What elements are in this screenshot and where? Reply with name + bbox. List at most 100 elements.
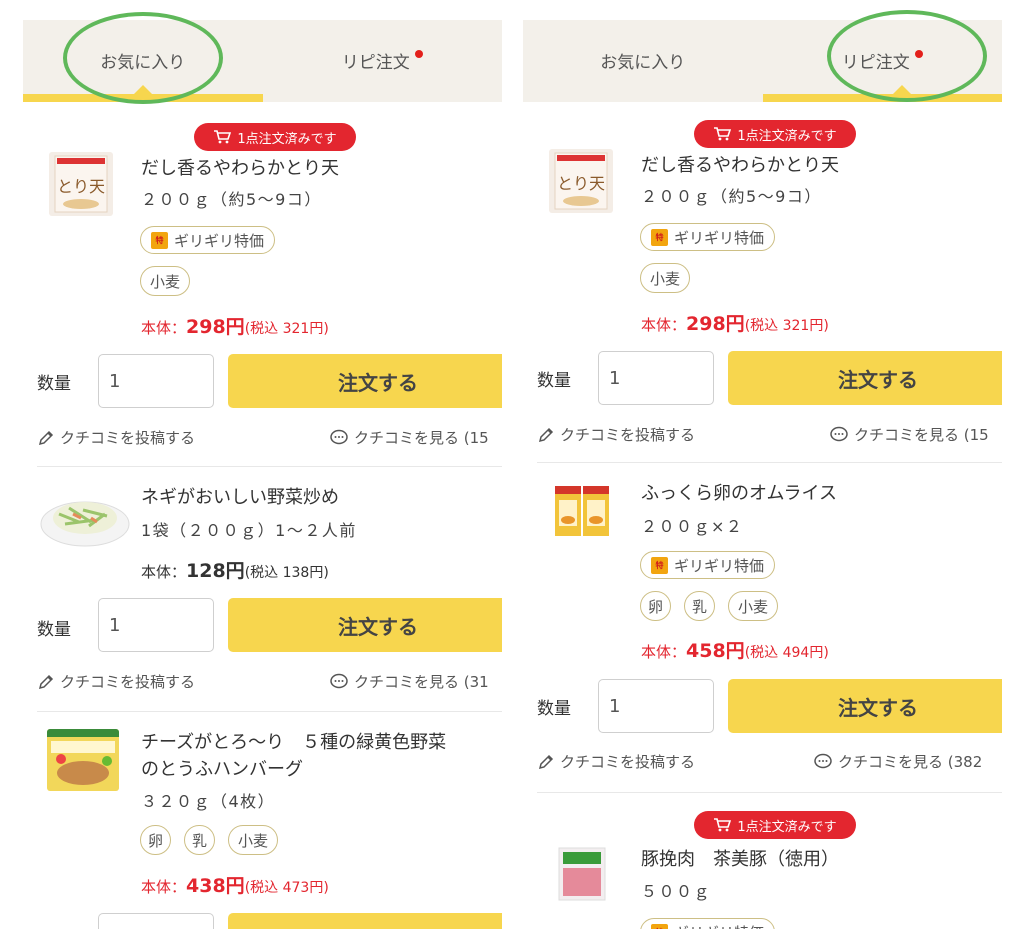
post-review-link[interactable]: クチコミを投稿する xyxy=(37,427,195,448)
view-reviews-link[interactable]: クチコミを見る (31 xyxy=(329,671,489,692)
post-review-label: クチコミを投稿する xyxy=(560,753,696,771)
order-button[interactable]: 注文する xyxy=(728,351,1002,405)
cart-icon xyxy=(714,818,732,832)
product-spec: ２００ｇ（約5〜9コ） xyxy=(141,190,322,209)
product-image[interactable] xyxy=(47,729,119,791)
product-spec: ２００ｇ（約5〜9コ） xyxy=(641,187,822,206)
product-image[interactable] xyxy=(39,484,131,550)
cart-icon xyxy=(714,127,732,141)
special-price-label: ギリギリ特価 xyxy=(674,922,764,929)
left-screen: お気に入り リピ注文 1点注文済みです とり天 だし香るやわらかとり天 ２００ｇ… xyxy=(23,0,502,929)
post-review-link[interactable]: クチコミを投稿する xyxy=(37,671,195,692)
product-name[interactable]: チーズがとろ〜り ５種の緑黄色野菜 のとうふハンバーグ xyxy=(141,729,496,783)
allergen-tag: 乳 xyxy=(184,825,216,855)
special-price-tag: 特ギリギリ特価 xyxy=(640,918,776,929)
view-reviews-label: クチコミを見る (15 xyxy=(354,429,489,447)
speech-bubble-icon xyxy=(830,426,848,441)
view-reviews-label: クチコミを見る (382 xyxy=(838,753,983,771)
price: 本体：298円(税込 321円) xyxy=(141,312,329,339)
divider xyxy=(537,792,1002,793)
ordered-badge: 1点注文済みです xyxy=(194,123,356,151)
quantity-label: 数量 xyxy=(537,371,571,391)
highlight-circle xyxy=(827,10,987,102)
order-button[interactable]: 注文する xyxy=(728,679,1002,733)
quantity-input[interactable] xyxy=(98,354,214,408)
allergen-tag: 小麦 xyxy=(728,591,779,621)
price-value: 438円 xyxy=(186,875,245,897)
quantity-label: 数量 xyxy=(37,374,71,394)
tab-repeat-order-label: リピ注文 xyxy=(341,52,410,73)
product-image[interactable]: とり天 xyxy=(549,149,613,213)
ordered-badge: 1点注文済みです xyxy=(694,811,856,839)
quantity-label: 数量 xyxy=(537,699,571,719)
tab-bar: お気に入り リピ注文 xyxy=(523,10,1002,102)
view-reviews-label: クチコミを見る (15 xyxy=(854,426,989,444)
price-prefix: 本体： xyxy=(141,319,187,337)
divider xyxy=(37,711,502,712)
price-prefix: 本体： xyxy=(641,643,687,661)
ordered-badge-text: 1点注文済みです xyxy=(737,128,837,144)
price: 本体：128円(税込 138円) xyxy=(141,556,329,583)
product-name[interactable]: ふっくら卵のオムライス xyxy=(641,480,996,507)
order-button[interactable] xyxy=(228,913,502,929)
price-value: 298円 xyxy=(686,313,745,335)
allergen-tag: 卵 xyxy=(640,591,672,621)
quantity-label: 数量 xyxy=(37,620,71,640)
tax-price: (税込 321円) xyxy=(744,318,829,334)
special-price-label: ギリギリ特価 xyxy=(674,228,765,247)
allergen-tag: 乳 xyxy=(684,591,716,621)
price-value: 298円 xyxy=(186,316,245,338)
speech-bubble-icon xyxy=(814,753,832,768)
tab-repeat-order[interactable]: リピ注文 xyxy=(263,20,503,100)
order-button[interactable]: 注文する xyxy=(228,598,502,652)
product-name[interactable]: だし香るやわらかとり天 xyxy=(641,152,996,179)
ordered-badge-text: 1点注文済みです xyxy=(237,131,337,147)
speech-bubble-icon xyxy=(330,429,348,444)
allergen-tag: 小麦 xyxy=(228,825,279,855)
product-name[interactable]: だし香るやわらかとり天 xyxy=(141,155,496,182)
post-review-label: クチコミを投稿する xyxy=(60,673,196,691)
quantity-input[interactable] xyxy=(598,679,714,733)
price-value: 458円 xyxy=(686,640,745,662)
view-reviews-link[interactable]: クチコミを見る (15 xyxy=(329,427,489,448)
ordered-badge: 1点注文済みです xyxy=(694,120,856,148)
special-price-icon: 特 xyxy=(651,923,668,929)
quantity-input[interactable] xyxy=(598,351,714,405)
special-price-icon: 特 xyxy=(651,556,668,574)
right-screen: お気に入り リピ注文 1点注文済みです とり天 だし香るやわらかとり天 ２００ｇ… xyxy=(523,0,1002,929)
pencil-icon xyxy=(538,427,554,442)
quantity-input[interactable] xyxy=(98,598,214,652)
tab-bar: お気に入り リピ注文 xyxy=(23,12,503,104)
product-image[interactable] xyxy=(553,482,611,540)
special-price-icon: 特 xyxy=(651,228,668,246)
allergen-tag: 卵 xyxy=(140,825,172,855)
tab-favorites[interactable]: お気に入り xyxy=(523,20,763,100)
post-review-link[interactable]: クチコミを投稿する xyxy=(537,424,695,445)
product-name[interactable]: 豚挽肉 茶美豚（徳用） xyxy=(641,846,996,873)
product-spec: 1袋（２００ｇ）1〜２人前 xyxy=(141,521,357,540)
ordered-badge-text: 1点注文済みです xyxy=(737,819,837,835)
special-price-tag: 特ギリギリ特価 xyxy=(140,226,276,254)
pencil-icon xyxy=(538,754,554,769)
tax-price: (税込 138円) xyxy=(244,565,329,581)
product-image[interactable] xyxy=(555,844,609,904)
speech-bubble-icon xyxy=(330,673,348,688)
quantity-input[interactable] xyxy=(98,913,214,929)
tab-favorites-label: お気に入り xyxy=(600,52,686,73)
highlight-circle xyxy=(63,12,223,104)
product-image[interactable]: とり天 xyxy=(49,152,113,216)
product-spec: ３２０ｇ（4枚） xyxy=(141,792,276,811)
product-name-line2: のとうふハンバーグ xyxy=(141,759,303,780)
allergen-tag: 小麦 xyxy=(640,263,691,293)
pencil-icon xyxy=(38,430,54,445)
view-reviews-link[interactable]: クチコミを見る (382 xyxy=(813,751,982,772)
post-review-link[interactable]: クチコミを投稿する xyxy=(537,751,695,772)
cart-icon xyxy=(214,130,232,144)
view-reviews-link[interactable]: クチコミを見る (15 xyxy=(829,424,989,445)
tax-price: (税込 473円) xyxy=(244,880,329,896)
order-button[interactable]: 注文する xyxy=(228,354,502,408)
price-prefix: 本体： xyxy=(641,316,687,334)
product-name[interactable]: ネギがおいしい野菜炒め xyxy=(141,484,496,511)
special-price-label: ギリギリ特価 xyxy=(174,231,265,250)
special-price-tag: 特ギリギリ特価 xyxy=(640,223,776,251)
